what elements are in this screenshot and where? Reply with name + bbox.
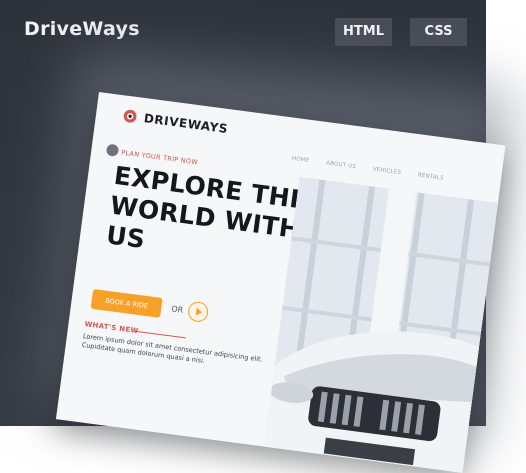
whats-new-underline [134,330,186,339]
app-title: DriveWays [24,18,140,40]
nav-vehicles[interactable]: VEHICLES [372,166,401,176]
nav-home[interactable]: HOME [292,156,310,164]
mockup-logo[interactable]: DRIVEWAYS [121,107,229,137]
nav-rentals[interactable]: RENTALS [417,172,444,181]
css-tag-button[interactable]: CSS [410,18,467,46]
or-text: OR [170,304,184,315]
whats-new-text: Lorem ipsum dolor sit amet consectetur a… [81,332,264,366]
website-mockup: DRIVEWAYS HOME ABOUT US VEHICLES RENTALS… [55,92,506,473]
hero-headline: EXPLORE THE WORLD WITH US [104,161,314,276]
nav-about[interactable]: ABOUT US [326,160,357,170]
cursor-dot [105,143,120,157]
logo-text: DRIVEWAYS [143,111,229,137]
book-ride-button[interactable]: BOOK A RIDE [90,288,163,318]
logo-gear-icon [123,109,137,123]
play-icon[interactable] [186,300,210,324]
html-tag-button[interactable]: HTML [335,18,392,46]
